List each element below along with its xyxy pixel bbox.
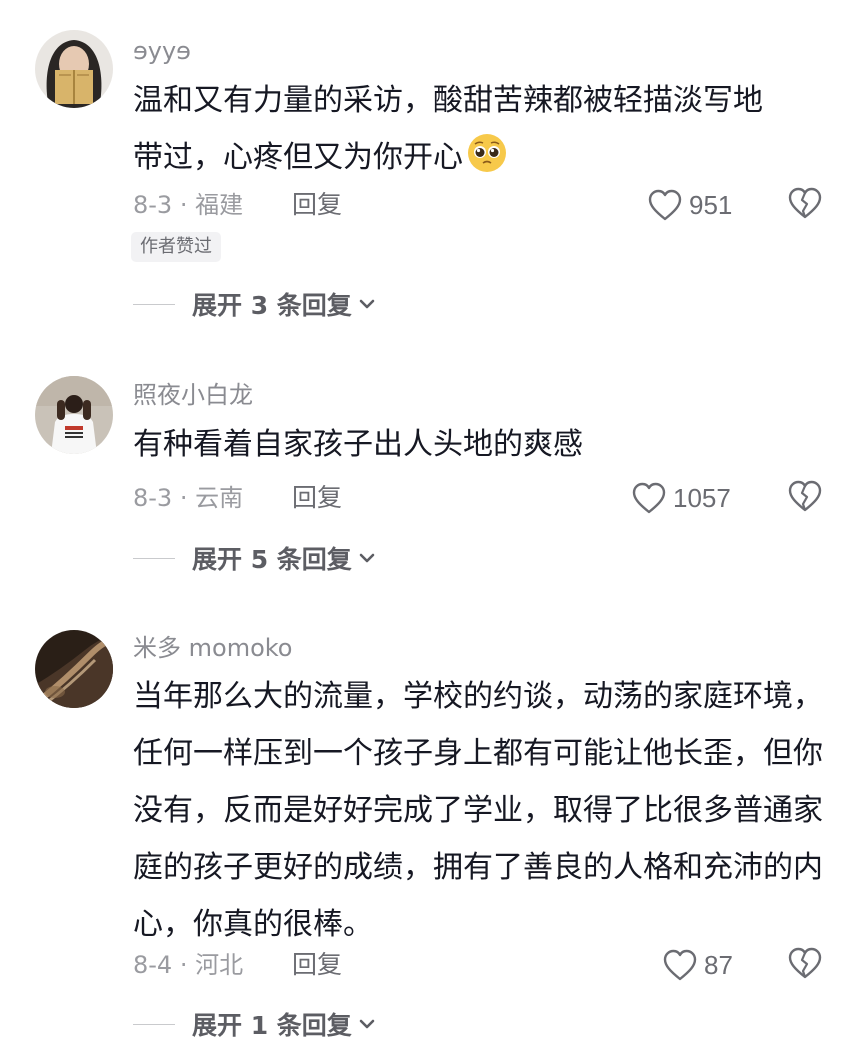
like-count: 87 <box>704 949 733 980</box>
comment-text: 当年那么大的流量，学校的约谈，动荡的家庭环境，任何一样压到一个孩子身上都有可能让… <box>133 679 823 942</box>
broken-heart-icon <box>788 480 822 512</box>
like-count: 951 <box>689 189 733 220</box>
heart-outline-icon <box>632 482 666 514</box>
comment-text-line-with-emoji: 带过，心疼但又为你开心 <box>133 129 823 186</box>
comment-date-location: 8-3 · 云南 <box>133 484 244 512</box>
comment-text: 温和又有力量的采访，酸甜苦辣都被轻描淡写地 带过，心疼但又为你开心 <box>133 72 823 186</box>
dislike-button[interactable] <box>786 945 826 985</box>
expand-replies-button[interactable]: 展开 1 条回复 <box>133 1009 376 1040</box>
comment-text-line: 带过，心疼但又为你开心 <box>133 140 463 175</box>
broken-heart-icon <box>788 947 822 979</box>
author-liked-badge: 作者赞过 <box>131 232 221 262</box>
avatar[interactable] <box>35 30 113 108</box>
like-count: 1057 <box>673 482 731 513</box>
dislike-button[interactable] <box>786 478 826 518</box>
chevron-down-icon <box>359 553 375 563</box>
expand-replies-button[interactable]: 展开 3 条回复 <box>133 289 376 320</box>
divider-line <box>133 303 175 305</box>
comment-date-location: 8-3 · 福建 <box>133 191 244 219</box>
avatar[interactable] <box>35 630 113 708</box>
reply-button[interactable]: 回复 <box>292 950 342 980</box>
heart-outline-icon <box>648 189 682 221</box>
comment-text-line: 温和又有力量的采访，酸甜苦辣都被轻描淡写地 <box>133 83 763 118</box>
comment-date-location: 8-4 · 河北 <box>133 951 244 979</box>
chevron-down-icon <box>359 299 375 309</box>
pleading-face-emoji <box>468 134 506 172</box>
comment-text: 有种看着自家孩子出人头地的爽感 <box>133 427 583 462</box>
comment-username[interactable]: 照夜小白龙 <box>133 380 253 410</box>
like-button[interactable]: 87 <box>662 945 733 985</box>
like-button[interactable]: 1057 <box>631 478 731 518</box>
expand-replies-label: 展开 5 条回复 <box>192 545 352 574</box>
dislike-button[interactable] <box>786 185 826 225</box>
reply-button[interactable]: 回复 <box>292 483 342 513</box>
like-button[interactable]: 951 <box>647 185 732 225</box>
divider-line <box>133 557 175 559</box>
avatar[interactable] <box>35 376 113 454</box>
expand-replies-label: 展开 1 条回复 <box>192 1011 352 1040</box>
chevron-down-icon <box>359 1019 375 1029</box>
expand-replies-label: 展开 3 条回复 <box>192 291 352 320</box>
expand-replies-button[interactable]: 展开 5 条回复 <box>133 543 376 574</box>
comment-username[interactable]: ɘyyɘ <box>133 36 191 66</box>
reply-button[interactable]: 回复 <box>292 190 342 220</box>
heart-outline-icon <box>663 949 697 981</box>
comment-username[interactable]: 米多 momoko <box>133 633 292 663</box>
broken-heart-icon <box>788 187 822 219</box>
divider-line <box>133 1023 175 1025</box>
